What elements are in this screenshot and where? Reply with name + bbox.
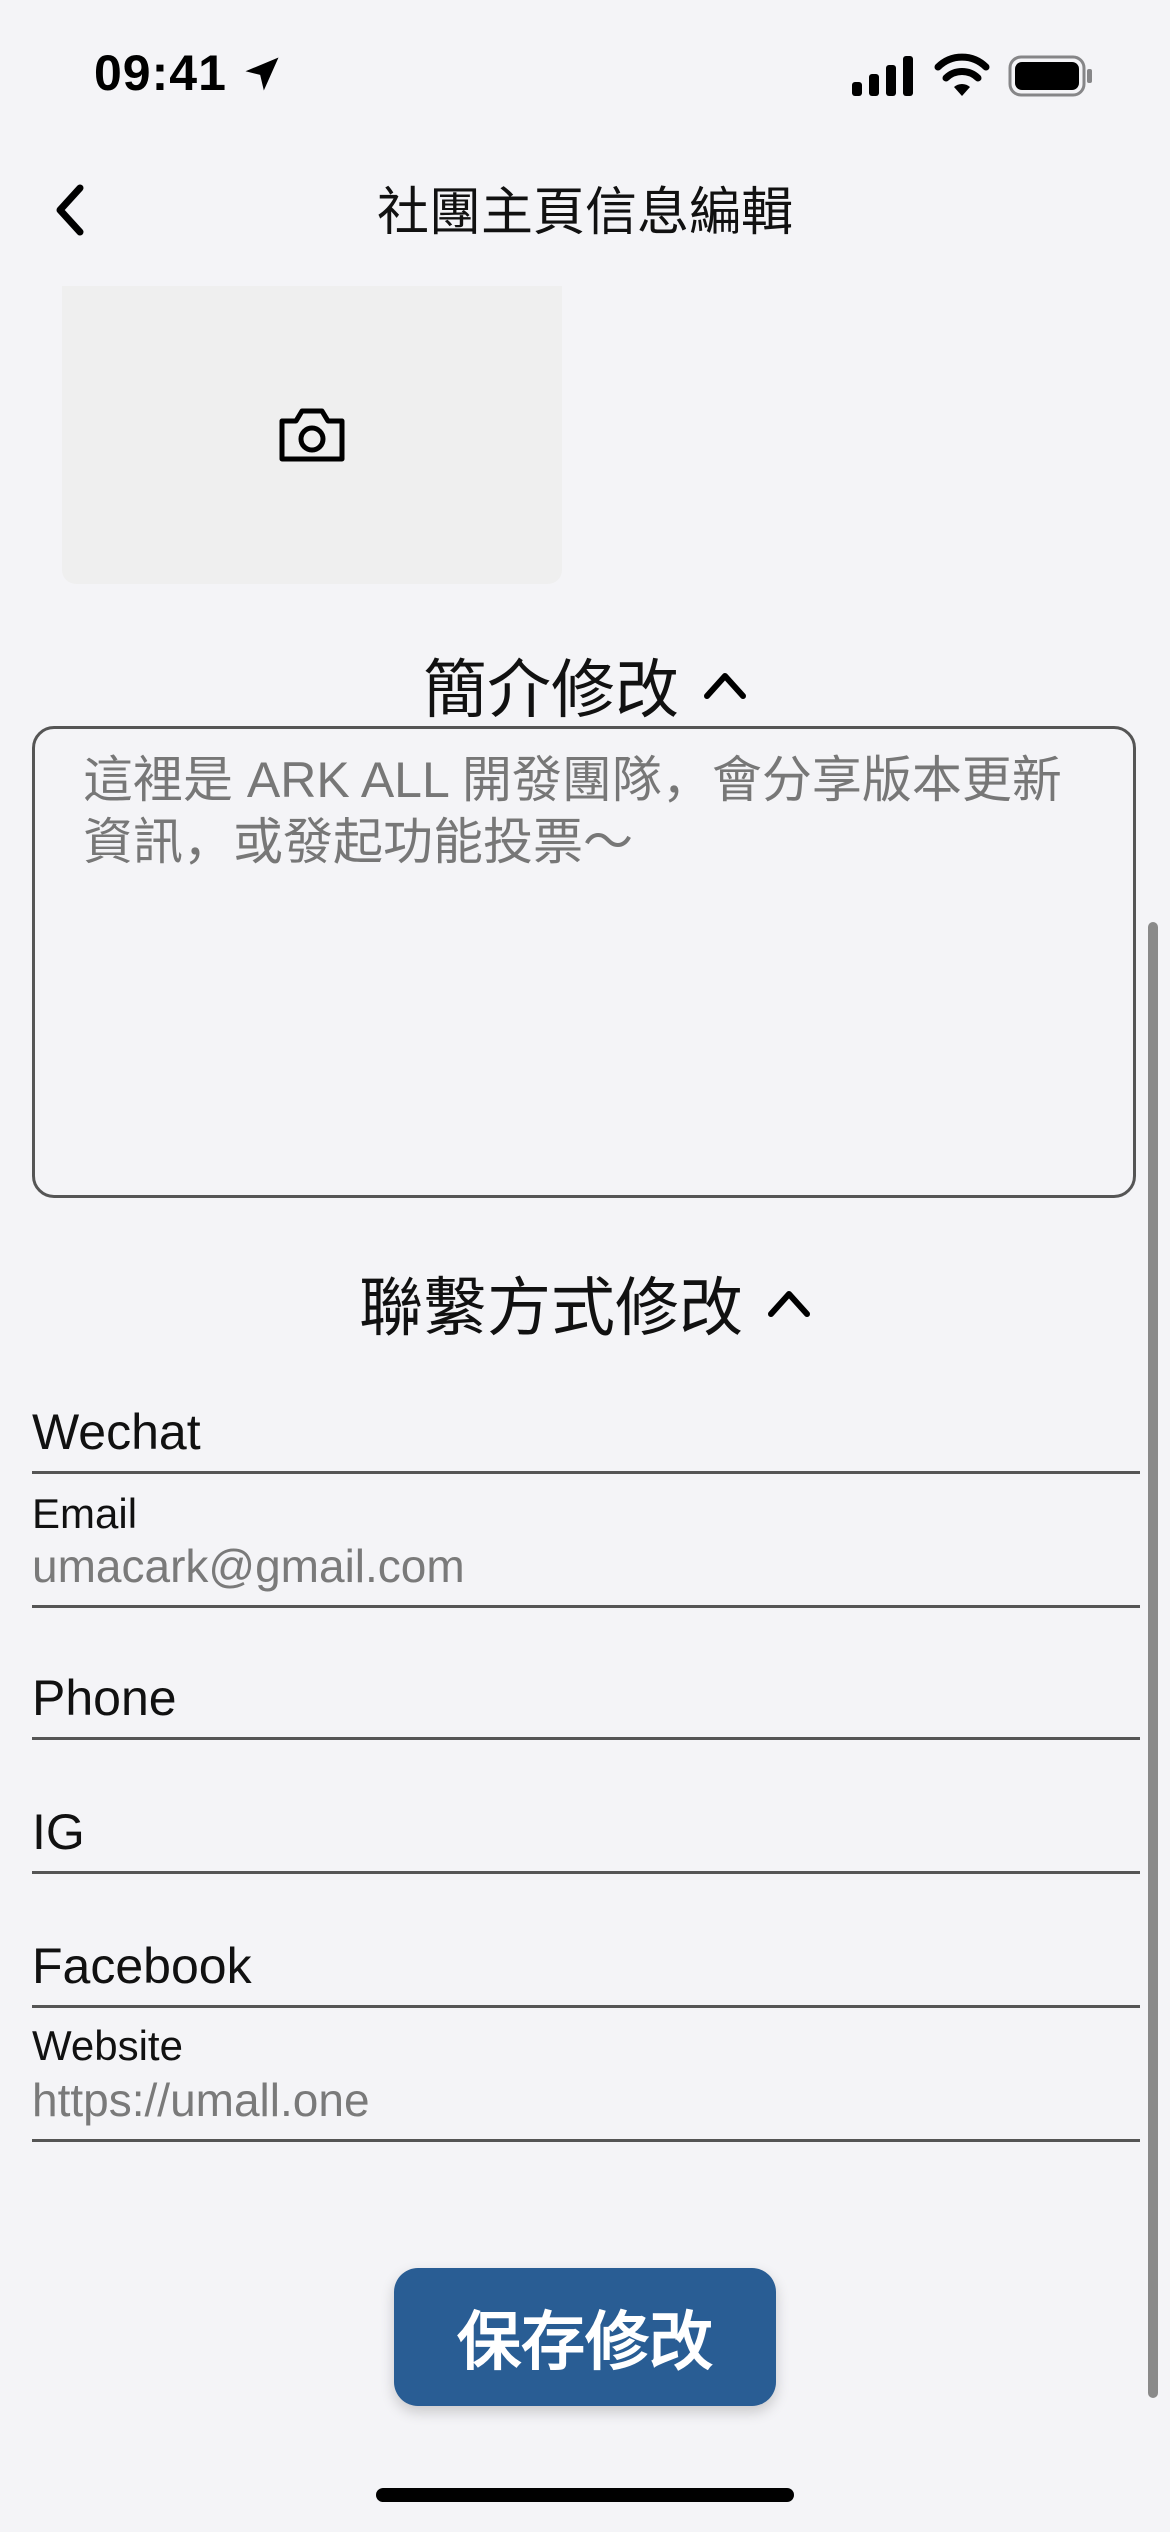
phone-field-label: Phone <box>32 1670 177 1726</box>
contact-section-header[interactable]: 聯繫方式修改 <box>0 1258 1170 1348</box>
wechat-field[interactable]: Wechat <box>32 1380 1140 1474</box>
wifi-icon <box>934 53 990 96</box>
camera-icon <box>279 408 345 462</box>
save-button[interactable]: 保存修改 <box>394 2268 776 2406</box>
email-field-label: Email <box>32 1490 138 1537</box>
scrollbar[interactable] <box>1148 922 1158 2398</box>
website-field-label: Website <box>32 2022 183 2069</box>
ig-field-label: IG <box>32 1804 85 1860</box>
ig-field[interactable]: IG <box>32 1780 1140 1874</box>
chevron-up-icon <box>768 1291 810 1317</box>
cellular-signal-icon <box>852 56 913 96</box>
contact-section-title: 聯繫方式修改 <box>359 1272 743 1344</box>
home-indicator[interactable] <box>376 2488 794 2502</box>
photo-upload-box[interactable] <box>62 286 562 584</box>
intro-textarea[interactable]: 這裡是 ARK ALL 開發團隊，會分享版本更新資訊，或發起功能投票～ <box>32 726 1136 1198</box>
wechat-field-label: Wechat <box>32 1404 201 1460</box>
facebook-field-label: Facebook <box>32 1938 252 1994</box>
page-title: 社團主頁信息編輯 <box>376 184 793 242</box>
email-field[interactable]: Email umacark@gmail.com <box>32 1490 1140 1608</box>
chevron-up-icon <box>704 673 746 699</box>
battery-icon <box>1008 55 1092 97</box>
website-field-value: https://umall.one <box>32 2074 370 2126</box>
website-field[interactable]: Website https://umall.one <box>32 2022 1140 2142</box>
location-arrow-icon <box>245 57 279 91</box>
intro-section-title: 簡介修改 <box>423 654 679 726</box>
intro-section-header[interactable]: 簡介修改 <box>0 640 1170 730</box>
email-field-value: umacark@gmail.com <box>32 1540 465 1592</box>
status-time: 09:41 <box>94 45 227 101</box>
facebook-field[interactable]: Facebook <box>32 1912 1140 2008</box>
intro-text: 這裡是 ARK ALL 開發團隊，會分享版本更新資訊，或發起功能投票～ <box>83 752 1062 870</box>
phone-field[interactable]: Phone <box>32 1646 1140 1740</box>
